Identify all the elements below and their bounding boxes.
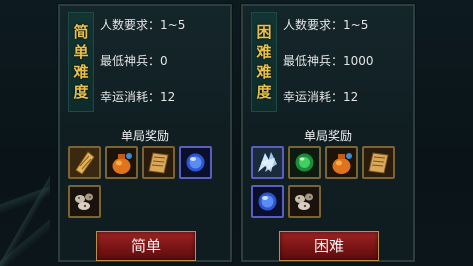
reward-slot[interactable] [251,185,284,218]
stat-value: 1~5 [160,18,186,32]
money-bag-icon [327,148,356,177]
stat-luck-cost: 幸运消耗：12 [283,90,359,104]
difficulty-char: 难 [256,63,272,81]
reward-title: 单局奖励 [303,129,352,143]
stat-value: 1~5 [343,18,369,32]
difficulty-char: 简 [73,23,89,41]
reward-slot[interactable] [68,146,101,179]
reward-grid [68,146,228,224]
reward-slot[interactable] [362,146,395,179]
stat-value: 0 [160,54,168,68]
background-decoration [0,150,50,266]
stat-label: 人数要求 [100,18,149,32]
hard-difficulty-panel: 困 难 难 度 人数要求：1~5 最低神兵：1000 幸运消耗：12 单局奖励 [240,3,416,263]
stat-label: 最低神兵 [283,54,332,68]
easy-difficulty-panel: 简 单 难 度 人数要求：1~5 最低神兵：0 幸运消耗：12 单局奖励 简单 [57,3,233,263]
stat-label: 幸运消耗 [100,90,149,104]
ore-icon [290,187,319,216]
difficulty-badge: 简 单 难 度 [68,12,94,112]
reward-slot[interactable] [68,185,101,218]
stat-player-count: 人数要求：1~5 [100,18,186,32]
book-icon [144,148,173,177]
stat-value: 12 [160,90,176,104]
difficulty-char: 度 [256,83,272,101]
money-bag-icon [107,148,136,177]
difficulty-char: 困 [256,23,272,41]
stats-list: 人数要求：1~5 最低神兵：1000 幸运消耗：12 [283,16,413,124]
difficulty-char: 难 [256,43,272,61]
stats-list: 人数要求：1~5 最低神兵：0 幸运消耗：12 [100,16,230,124]
crystal-icon [253,148,282,177]
stat-player-count: 人数要求：1~5 [283,18,369,32]
difficulty-char: 难 [73,63,89,81]
stat-luck-cost: 幸运消耗：12 [100,90,176,104]
reward-slot[interactable] [105,146,138,179]
reward-slot[interactable] [142,146,175,179]
easy-button[interactable]: 简单 [96,231,196,261]
stat-value: 1000 [343,54,374,68]
scroll-icon [70,148,99,177]
reward-slot[interactable] [179,146,212,179]
stat-min-weapon: 最低神兵：1000 [283,54,374,68]
reward-slot[interactable] [288,146,321,179]
hard-button[interactable]: 困难 [279,231,379,261]
difficulty-char: 度 [73,83,89,101]
stat-label: 最低神兵 [100,54,149,68]
difficulty-badge: 困 难 难 度 [251,12,277,112]
blue-orb-icon [181,148,210,177]
reward-grid [251,146,411,224]
blue-orb-icon [253,187,282,216]
book-icon [364,148,393,177]
difficulty-char: 单 [73,43,89,61]
stat-min-weapon: 最低神兵：0 [100,54,168,68]
stat-label: 人数要求 [283,18,332,32]
reward-slot[interactable] [325,146,358,179]
ore-icon [70,187,99,216]
stat-value: 12 [343,90,359,104]
reward-slot[interactable] [288,185,321,218]
green-orb-icon [290,148,319,177]
stat-label: 幸运消耗 [283,90,332,104]
reward-title: 单局奖励 [120,129,169,143]
reward-slot[interactable] [251,146,284,179]
